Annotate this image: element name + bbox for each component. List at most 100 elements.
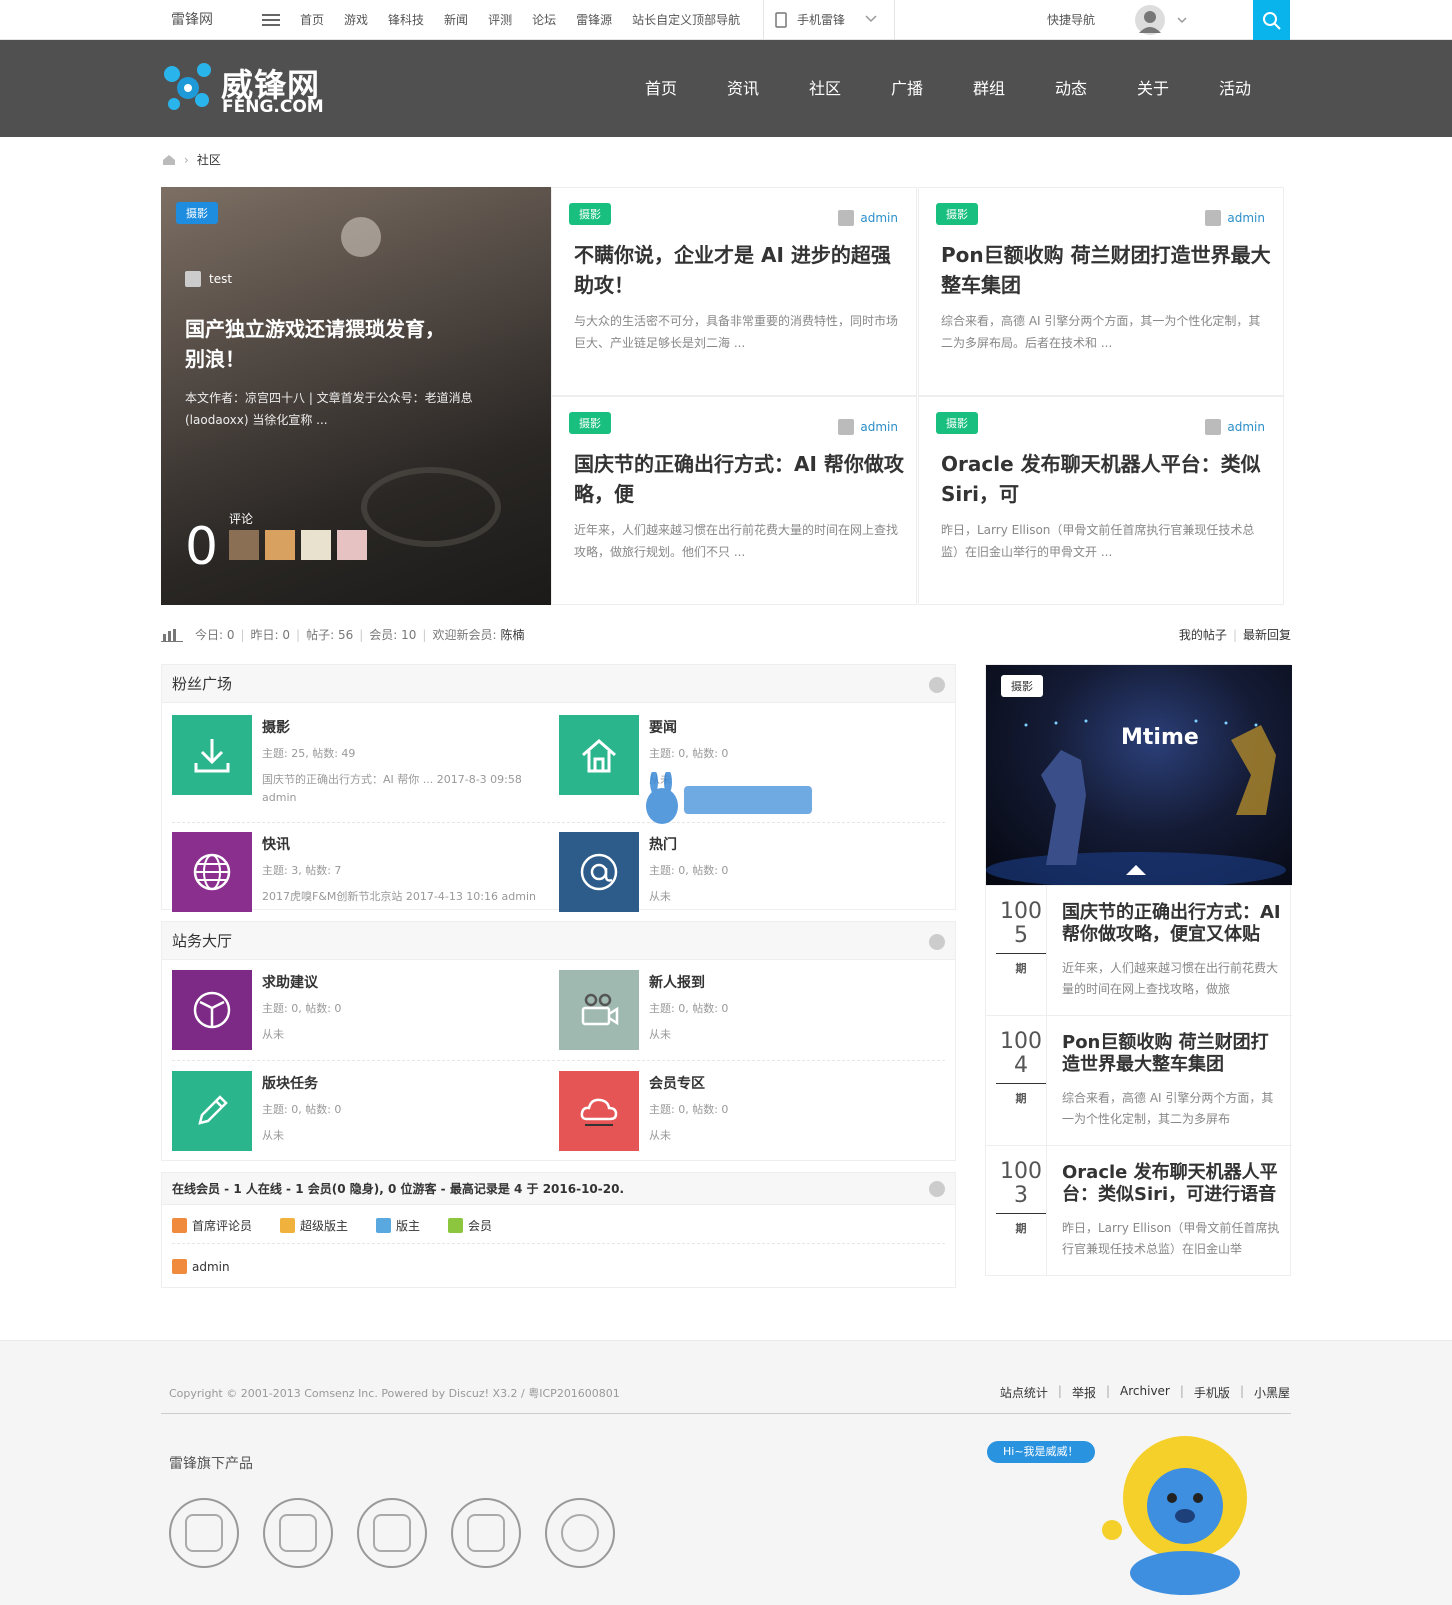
nav-item[interactable]: 社区: [784, 40, 866, 137]
article-card[interactable]: 摄影 admin Oracle 发布聊天机器人平台：类似 Siri，可 昨日，L…: [918, 396, 1284, 605]
forum-name[interactable]: 摄影: [262, 717, 290, 737]
forum-last-post[interactable]: 国庆节的正确出行方式：AI 帮你 ... 2017-8-3 09:58 admi…: [262, 771, 542, 807]
latest-reply-link[interactable]: 最新回复: [1243, 626, 1291, 643]
nav-item[interactable]: 动态: [1030, 40, 1112, 137]
forum-name[interactable]: 会员专区: [649, 1073, 705, 1093]
nav-item[interactable]: 活动: [1194, 40, 1276, 137]
nav-item[interactable]: 群组: [948, 40, 1030, 137]
home-icon[interactable]: [162, 154, 176, 166]
nav-item[interactable]: 广播: [866, 40, 948, 137]
collapse-icon[interactable]: [929, 1181, 945, 1197]
avatar[interactable]: [265, 530, 295, 560]
camera-icon[interactable]: [559, 970, 639, 1050]
online-user-name[interactable]: admin: [192, 1260, 230, 1274]
forum-name[interactable]: 版块任务: [262, 1073, 318, 1093]
product-icon[interactable]: [169, 1498, 239, 1568]
nav-item[interactable]: 关于: [1112, 40, 1194, 137]
cloud-icon[interactable]: [559, 1071, 639, 1151]
footer-link[interactable]: 举报: [1072, 1384, 1096, 1401]
product-icon[interactable]: [357, 1498, 427, 1568]
sidebar-item[interactable]: 100 5 期 国庆节的正确出行方式：AI 帮你做攻略，便宜又体贴 近年来，人们越来…: [986, 885, 1292, 1016]
menu-icon[interactable]: [262, 13, 280, 30]
top-nav-item[interactable]: 首页: [300, 0, 324, 40]
card-title[interactable]: 国庆节的正确出行方式：AI 帮你做攻略，便: [574, 449, 904, 509]
top-nav-item[interactable]: 游戏: [344, 0, 368, 40]
group-title[interactable]: 粉丝广场: [172, 675, 232, 693]
nav-item[interactable]: 资讯: [702, 40, 784, 137]
card-title[interactable]: Oracle 发布聊天机器人平台：类似 Siri，可: [941, 449, 1271, 509]
top-nav-item[interactable]: 新闻: [444, 0, 468, 40]
download-icon[interactable]: [172, 715, 252, 795]
logo-icon[interactable]: [160, 60, 218, 116]
forum-item[interactable]: 求助建议 主题: 0, 帖数: 0 从未: [172, 970, 542, 1070]
product-icon[interactable]: [545, 1498, 615, 1568]
forum-item[interactable]: 要闻 主题: 0, 帖数: 0 从未: [559, 715, 929, 815]
footer-link[interactable]: 小黑屋: [1254, 1384, 1290, 1401]
forum-item[interactable]: 版块任务 主题: 0, 帖数: 0 从未: [172, 1071, 542, 1171]
avatar[interactable]: [337, 530, 367, 560]
breadcrumb-current[interactable]: 社区: [197, 151, 221, 168]
collapse-icon[interactable]: [929, 677, 945, 693]
chevron-down-icon[interactable]: [1177, 16, 1187, 24]
top-nav-item[interactable]: 论坛: [532, 0, 556, 40]
sidebar-item-title[interactable]: Pon巨额收购 荷兰财团打造世界最大整车集团: [1062, 1032, 1284, 1076]
card-author[interactable]: admin: [838, 419, 898, 435]
search-button[interactable]: [1253, 0, 1290, 42]
product-icon[interactable]: [263, 1498, 333, 1568]
forum-item[interactable]: 热门 主题: 0, 帖数: 0 从未: [559, 832, 929, 932]
mascot-lion-icon[interactable]: [1100, 1428, 1260, 1598]
article-card[interactable]: 摄影 admin 国庆节的正确出行方式：AI 帮你做攻略，便 近年来，人们越来越…: [551, 396, 917, 605]
hero-tag[interactable]: 摄影: [176, 202, 218, 224]
sidebar-item-title[interactable]: Oracle 发布聊天机器人平台：类似Siri，可进行语音: [1062, 1162, 1284, 1206]
avatar[interactable]: [229, 530, 259, 560]
my-posts-link[interactable]: 我的帖子: [1179, 626, 1227, 643]
top-nav-item[interactable]: 雷锋源: [576, 0, 612, 40]
card-author[interactable]: admin: [838, 210, 898, 226]
avatar[interactable]: [301, 530, 331, 560]
collapse-icon[interactable]: [929, 934, 945, 950]
online-user[interactable]: admin: [172, 1259, 230, 1274]
article-card[interactable]: 摄影 admin 不瞒你说，企业才是 AI 进步的超强助攻！ 与大众的生活密不可…: [551, 187, 917, 396]
forum-name[interactable]: 热门: [649, 834, 677, 854]
forum-name[interactable]: 求助建议: [262, 972, 318, 992]
top-nav-item[interactable]: 评测: [488, 0, 512, 40]
forum-last-post[interactable]: 2017虎嗅F&M创新节北京站 2017-4-13 10:16 admin: [262, 888, 542, 906]
top-nav-item[interactable]: 锋科技: [388, 0, 424, 40]
forum-item[interactable]: 新人报到 主题: 0, 帖数: 0 从未: [559, 970, 929, 1070]
article-card[interactable]: 摄影 admin Pon巨额收购 荷兰财团打造世界最大整车集团 综合来看，高德 …: [918, 187, 1284, 396]
footer-link[interactable]: 站点统计: [1000, 1384, 1048, 1401]
sidebar-item[interactable]: 100 3 期 Oracle 发布聊天机器人平台：类似Siri，可进行语音 昨日，L…: [986, 1145, 1292, 1276]
group-title[interactable]: 站务大厅: [172, 932, 232, 950]
nav-item[interactable]: 首页: [620, 40, 702, 137]
sidebar-banner[interactable]: 摄影 Mtime: [986, 665, 1292, 885]
card-title[interactable]: 不瞒你说，企业才是 AI 进步的超强助攻！: [574, 240, 904, 300]
card-tag[interactable]: 摄影: [936, 203, 978, 225]
footer-link[interactable]: Archiver: [1120, 1384, 1170, 1401]
site-name[interactable]: 雷锋网: [171, 0, 213, 40]
sidebar-item[interactable]: 100 4 期 Pon巨额收购 荷兰财团打造世界最大整车集团 综合来看，高德 AI …: [986, 1015, 1292, 1146]
mobile-link[interactable]: 手机雷锋: [797, 0, 845, 40]
forum-item[interactable]: 摄影 主题: 25, 帖数: 49 国庆节的正确出行方式：AI 帮你 ... 2…: [172, 715, 542, 815]
card-title[interactable]: Pon巨额收购 荷兰财团打造世界最大整车集团: [941, 240, 1271, 300]
banner-tag[interactable]: 摄影: [1001, 675, 1043, 697]
globe-icon[interactable]: [172, 832, 252, 912]
quick-nav[interactable]: 快捷导航: [1047, 0, 1095, 40]
sidebar-item-title[interactable]: 国庆节的正确出行方式：AI 帮你做攻略，便宜又体贴: [1062, 902, 1284, 946]
card-author[interactable]: admin: [1205, 210, 1265, 226]
home-icon[interactable]: [559, 715, 639, 795]
pencil-icon[interactable]: [172, 1071, 252, 1151]
newest-member-link[interactable]: 陈楠: [501, 626, 525, 643]
forum-item[interactable]: 快讯 主题: 3, 帖数: 7 2017虎嗅F&M创新节北京站 2017-4-1…: [172, 832, 542, 932]
hero-title[interactable]: 国产独立游戏还请猥琐发育，别浪！: [185, 314, 455, 374]
card-tag[interactable]: 摄影: [569, 412, 611, 434]
card-author[interactable]: admin: [1205, 419, 1265, 435]
shield-icon[interactable]: [172, 970, 252, 1050]
hero-article[interactable]: 摄影 test 国产独立游戏还请猥琐发育，别浪！ 本文作者：凉宫四十八 | 文章…: [161, 187, 551, 605]
forum-name[interactable]: 新人报到: [649, 972, 705, 992]
chevron-down-icon[interactable]: [865, 14, 877, 24]
at-icon[interactable]: [559, 832, 639, 912]
forum-item[interactable]: 会员专区 主题: 0, 帖数: 0 从未: [559, 1071, 929, 1171]
top-nav-item[interactable]: 站长自定义顶部导航: [632, 0, 740, 40]
online-title[interactable]: 在线会员 - 1 人在线 - 1 会员(0 隐身), 0 位游客 - 最高记录是…: [172, 1182, 624, 1196]
product-icon[interactable]: [451, 1498, 521, 1568]
